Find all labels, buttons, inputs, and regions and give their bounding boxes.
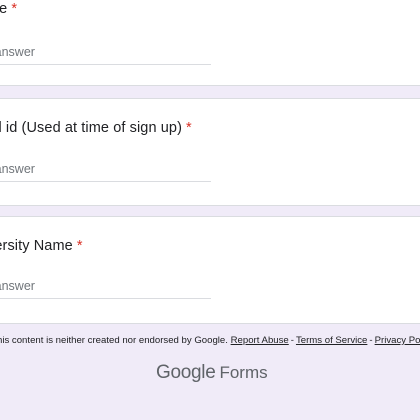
forms-wordmark: Forms: [219, 363, 268, 382]
question-title-text: versity Name: [0, 238, 73, 254]
google-wordmark: Google: [156, 362, 216, 383]
question-card-name: me* r answer: [0, 0, 420, 86]
question-title: versity Name*: [0, 238, 83, 254]
answer-placeholder: r answer: [0, 45, 35, 59]
question-title: me*: [0, 1, 17, 17]
university-answer-input[interactable]: r answer: [0, 277, 211, 299]
report-abuse-link[interactable]: Report Abuse: [231, 335, 289, 346]
answer-placeholder: r answer: [0, 162, 35, 176]
required-asterisk: *: [76, 238, 83, 254]
question-title-text: me: [0, 1, 8, 17]
name-answer-input[interactable]: r answer: [0, 43, 211, 65]
required-asterisk: *: [186, 120, 192, 136]
disclaimer-text: his content is neither created nor endor…: [0, 335, 228, 346]
link-separator: -: [369, 335, 373, 346]
footer-disclaimer: his content is neither created nor endor…: [0, 335, 420, 346]
answer-placeholder: r answer: [0, 279, 35, 293]
privacy-policy-link[interactable]: Privacy Polic: [375, 335, 420, 346]
question-title-text: ail id (Used at time of sign up): [0, 120, 183, 136]
link-separator: -: [290, 335, 294, 346]
required-asterisk: *: [11, 1, 18, 17]
email-answer-input[interactable]: r answer: [0, 160, 211, 182]
question-title: ail id (Used at time of sign up) *: [0, 120, 192, 136]
question-card-email: ail id (Used at time of sign up)* r answ…: [0, 98, 420, 206]
question-card-university: versity Name* r answer: [0, 216, 420, 324]
terms-of-service-link[interactable]: Terms of Service: [296, 335, 367, 346]
google-forms-logo[interactable]: Google Forms: [156, 362, 268, 384]
